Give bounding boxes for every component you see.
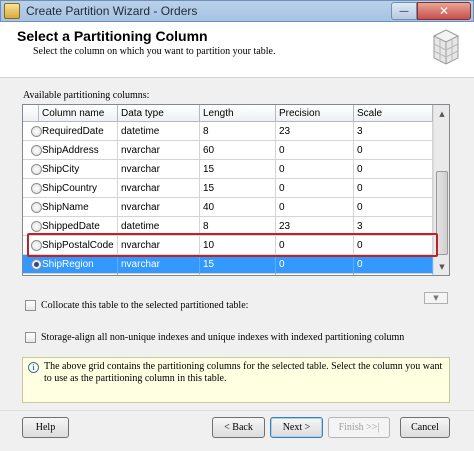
- cell-scale: 0: [354, 198, 433, 217]
- grid-label: Available partitioning columns:: [23, 90, 150, 101]
- info-icon: i: [28, 362, 39, 373]
- cell-type: nvarchar: [118, 141, 200, 160]
- cell-name: ShipVia: [39, 274, 118, 275]
- wizard-header: Select a Partitioning Column Select the …: [0, 22, 474, 78]
- help-button[interactable]: Help: [22, 417, 69, 438]
- cell-precision: 0: [276, 160, 354, 179]
- cell-length: 15: [200, 160, 276, 179]
- cell-type: nvarchar: [118, 236, 200, 255]
- minimize-icon: —: [399, 5, 409, 17]
- storage-align-checkbox[interactable]: [25, 332, 36, 343]
- partitioning-columns-grid[interactable]: Column name Data type Length Precision S…: [22, 104, 450, 276]
- grid-vertical-scrollbar[interactable]: ▲ ▼: [433, 105, 449, 275]
- page-title: Select a Partitioning Column: [17, 28, 208, 44]
- collocate-checkbox[interactable]: [25, 300, 36, 311]
- cell-type: datetime: [118, 217, 200, 236]
- cell-precision: 0: [276, 198, 354, 217]
- finish-button[interactable]: Finish >>|: [328, 417, 390, 438]
- back-button[interactable]: < Back: [212, 417, 265, 438]
- cell-length: 8: [200, 217, 276, 236]
- cell-type: nvarchar: [118, 179, 200, 198]
- table-partition-icon: [432, 29, 460, 65]
- table-row[interactable]: ShipViaint4100: [23, 274, 433, 275]
- cell-name: ShipCountry: [39, 179, 118, 198]
- header-scale[interactable]: Scale: [354, 105, 433, 122]
- cell-scale: 3: [354, 122, 433, 141]
- cell-name: RequiredDate: [39, 122, 118, 141]
- cell-length: 4: [200, 274, 276, 275]
- next-button[interactable]: Next >: [270, 417, 323, 438]
- collocate-label: Collocate this table to the selected par…: [41, 300, 249, 311]
- cell-precision: 0: [276, 255, 354, 274]
- table-row[interactable]: ShipName nvarchar 40 0 0: [23, 198, 433, 217]
- cell-type: nvarchar: [118, 198, 200, 217]
- scrollbar-thumb[interactable]: [436, 171, 448, 255]
- window-title: Create Partition Wizard - Orders: [26, 4, 198, 18]
- cell-name: ShipPostalCode: [39, 236, 118, 255]
- cell-precision: 0: [276, 179, 354, 198]
- cell-type: datetime: [118, 122, 200, 141]
- cell-scale: 0: [354, 255, 433, 274]
- cell-name: ShipName: [39, 198, 118, 217]
- cell-length: 15: [200, 179, 276, 198]
- header-column-name[interactable]: Column name: [39, 105, 118, 122]
- wizard-app-icon: [4, 3, 20, 19]
- page-subtitle: Select the column on which you want to p…: [33, 46, 276, 57]
- cell-scale: 0: [354, 274, 433, 275]
- table-row[interactable]: ShipCountry nvarchar 15 0 0: [23, 179, 433, 198]
- table-row[interactable]: ShipPostalCode nvarchar 10 0 0: [23, 236, 433, 255]
- close-window-button[interactable]: ✕: [417, 2, 471, 20]
- table-row[interactable]: RequiredDate datetime 8 23 3: [23, 122, 433, 141]
- cell-scale: 0: [354, 236, 433, 255]
- cell-scale: 0: [354, 160, 433, 179]
- info-panel: i The above grid contains the partitioni…: [22, 357, 450, 403]
- header-data-type[interactable]: Data type: [118, 105, 200, 122]
- header-length[interactable]: Length: [200, 105, 276, 122]
- cell-length: 60: [200, 141, 276, 160]
- minimize-button[interactable]: —: [391, 2, 417, 20]
- storage-align-label: Storage-align all non-unique indexes and…: [41, 332, 405, 343]
- header-selector-cell: [23, 105, 39, 122]
- cell-scale: 0: [354, 141, 433, 160]
- close-icon: ✕: [438, 4, 450, 18]
- cell-scale: 3: [354, 217, 433, 236]
- cell-length: 40: [200, 198, 276, 217]
- cell-name: ShipCity: [39, 160, 118, 179]
- storage-align-option[interactable]: Storage-align all non-unique indexes and…: [25, 332, 404, 343]
- cancel-button[interactable]: Cancel: [400, 417, 450, 438]
- cell-scale: 0: [354, 179, 433, 198]
- cell-precision: 23: [276, 217, 354, 236]
- cell-length: 10: [200, 236, 276, 255]
- cell-type: int: [118, 274, 200, 275]
- partitioned-table-dropdown[interactable]: ▼: [424, 292, 448, 304]
- scroll-up-icon[interactable]: ▲: [434, 105, 449, 122]
- cell-precision: 10: [276, 274, 354, 275]
- cell-name: ShipRegion: [39, 255, 118, 274]
- table-row[interactable]: ShipRegion nvarchar 15 0 0: [23, 255, 433, 274]
- header-precision[interactable]: Precision: [276, 105, 354, 122]
- cell-length: 15: [200, 255, 276, 274]
- cell-precision: 0: [276, 141, 354, 160]
- table-row[interactable]: ShipCity nvarchar 15 0 0: [23, 160, 433, 179]
- table-row[interactable]: ShippedDate datetime 8 23 3: [23, 217, 433, 236]
- window-title-bar: Create Partition Wizard - Orders — ✕: [0, 0, 474, 22]
- info-text: The above grid contains the partitioning…: [44, 361, 443, 384]
- cell-type: nvarchar: [118, 255, 200, 274]
- cell-precision: 23: [276, 122, 354, 141]
- cell-name: ShippedDate: [39, 217, 118, 236]
- chevron-down-icon: ▼: [433, 294, 439, 302]
- scroll-down-icon[interactable]: ▼: [434, 258, 449, 275]
- cell-type: nvarchar: [118, 160, 200, 179]
- cell-length: 8: [200, 122, 276, 141]
- table-row[interactable]: ShipAddress nvarchar 60 0 0: [23, 141, 433, 160]
- cell-name: ShipAddress: [39, 141, 118, 160]
- cell-precision: 0: [276, 236, 354, 255]
- grid-header: Column name Data type Length Precision S…: [23, 105, 433, 122]
- collocate-option[interactable]: Collocate this table to the selected par…: [25, 300, 248, 311]
